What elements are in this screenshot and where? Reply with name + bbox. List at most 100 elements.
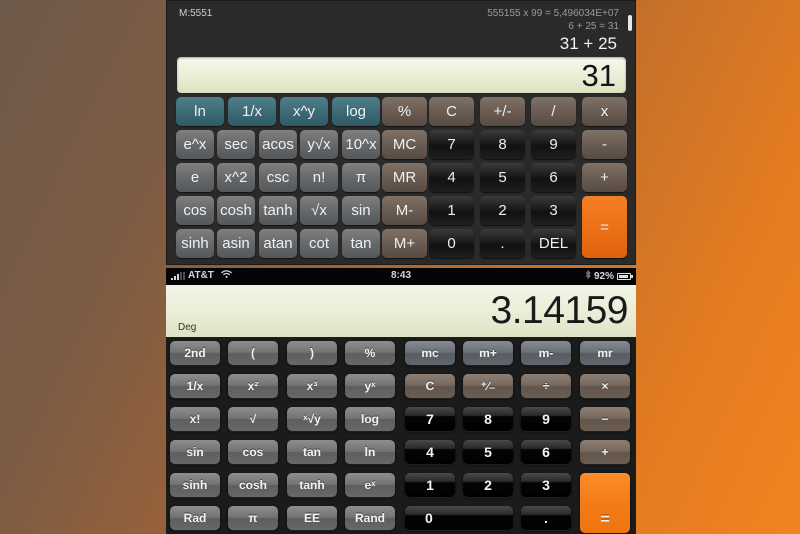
key-3[interactable]: 3 — [531, 196, 576, 225]
key-minus[interactable]: − — [580, 407, 630, 431]
key-sinh[interactable]: sinh — [170, 473, 220, 497]
key-factorial[interactable]: x! — [170, 407, 220, 431]
key-2[interactable]: 2 — [463, 473, 513, 497]
key-9[interactable]: 9 — [521, 407, 571, 431]
key-6[interactable]: 6 — [521, 440, 571, 464]
key-m-plus[interactable]: M+ — [382, 229, 427, 258]
key-plus[interactable]: + — [580, 440, 630, 464]
key-asin[interactable]: asin — [217, 229, 255, 258]
key-reciprocal[interactable]: 1/x — [228, 97, 276, 126]
key-sign[interactable]: ⁺∕₋ — [463, 374, 513, 398]
key-percent[interactable]: % — [345, 341, 395, 365]
key-mc[interactable]: mc — [405, 341, 455, 365]
main-display: 3.14159 Deg — [166, 285, 636, 337]
key-reciprocal[interactable]: 1/x — [170, 374, 220, 398]
key-exp[interactable]: eˣ — [345, 473, 395, 497]
key-sin[interactable]: sin — [342, 196, 380, 225]
key-pi[interactable]: π — [342, 163, 380, 192]
top-calculator: M:5551 555155 x 99 = 5,496034E+07 6 + 25… — [166, 0, 636, 265]
key-percent[interactable]: % — [382, 97, 427, 126]
key-clear[interactable]: C — [405, 374, 455, 398]
key-equals[interactable]: = — [580, 473, 630, 533]
key-square[interactable]: x² — [228, 374, 278, 398]
key-decimal[interactable]: . — [480, 229, 525, 258]
key-minus[interactable]: - — [582, 130, 627, 159]
key-divide[interactable]: / — [531, 97, 576, 126]
key-cot[interactable]: cot — [300, 229, 338, 258]
key-acos[interactable]: acos — [259, 130, 297, 159]
key-tan[interactable]: tan — [287, 440, 337, 464]
key-9[interactable]: 9 — [531, 130, 576, 159]
key-delete[interactable]: DEL — [531, 229, 576, 258]
key-pi[interactable]: π — [228, 506, 278, 530]
key-divide[interactable]: ÷ — [521, 374, 571, 398]
key-mr[interactable]: MR — [382, 163, 427, 192]
key-cos[interactable]: cos — [228, 440, 278, 464]
key-0[interactable]: 0 — [429, 229, 474, 258]
key-3[interactable]: 3 — [521, 473, 571, 497]
key-rad[interactable]: Rad — [170, 506, 220, 530]
key-8[interactable]: 8 — [480, 130, 525, 159]
key-equals[interactable]: = — [582, 196, 627, 258]
key-xroot[interactable]: ˣ√y — [287, 407, 337, 431]
key-factorial[interactable]: n! — [300, 163, 338, 192]
key-multiply[interactable]: x — [582, 97, 627, 126]
key-1[interactable]: 1 — [405, 473, 455, 497]
key-close-paren[interactable]: ) — [287, 341, 337, 365]
key-m-minus[interactable]: M- — [382, 196, 427, 225]
key-sin[interactable]: sin — [170, 440, 220, 464]
key-2[interactable]: 2 — [480, 196, 525, 225]
key-m-minus[interactable]: m- — [521, 341, 571, 365]
history-entry: 555155 x 99 = 5,496034E+07 — [487, 8, 619, 19]
key-e[interactable]: e — [176, 163, 214, 192]
key-cos[interactable]: cos — [176, 196, 214, 225]
key-decimal[interactable]: . — [521, 506, 571, 530]
key-sec[interactable]: sec — [217, 130, 255, 159]
key-8[interactable]: 8 — [463, 407, 513, 431]
key-exp[interactable]: e^x — [176, 130, 214, 159]
key-4[interactable]: 4 — [405, 440, 455, 464]
key-power[interactable]: x^y — [280, 97, 328, 126]
key-m-plus[interactable]: m+ — [463, 341, 513, 365]
key-1[interactable]: 1 — [429, 196, 474, 225]
key-cube[interactable]: x³ — [287, 374, 337, 398]
history-scrollbar[interactable] — [628, 15, 632, 31]
key-ten-power[interactable]: 10^x — [342, 130, 380, 159]
key-yroot[interactable]: y√x — [300, 130, 338, 159]
key-mr[interactable]: mr — [580, 341, 630, 365]
key-tanh[interactable]: tanh — [287, 473, 337, 497]
key-7[interactable]: 7 — [429, 130, 474, 159]
key-5[interactable]: 5 — [463, 440, 513, 464]
key-square[interactable]: x^2 — [217, 163, 255, 192]
key-cosh[interactable]: cosh — [228, 473, 278, 497]
key-sign[interactable]: +/- — [480, 97, 525, 126]
key-7[interactable]: 7 — [405, 407, 455, 431]
key-csc[interactable]: csc — [259, 163, 297, 192]
key-sqrt[interactable]: √ — [228, 407, 278, 431]
key-multiply[interactable]: × — [580, 374, 630, 398]
key-tanh[interactable]: tanh — [259, 196, 297, 225]
key-atan[interactable]: atan — [259, 229, 297, 258]
key-log[interactable]: log — [332, 97, 380, 126]
angle-mode-indicator: Deg — [178, 322, 197, 333]
key-cosh[interactable]: cosh — [217, 196, 255, 225]
key-open-paren[interactable]: ( — [228, 341, 278, 365]
key-sqrt[interactable]: √x — [300, 196, 338, 225]
key-sinh[interactable]: sinh — [176, 229, 214, 258]
key-log[interactable]: log — [345, 407, 395, 431]
calculation-history: 555155 x 99 = 5,496034E+07 6 + 25 = 31 — [487, 7, 619, 33]
key-power[interactable]: yˣ — [345, 374, 395, 398]
key-ln[interactable]: ln — [345, 440, 395, 464]
key-tan[interactable]: tan — [342, 229, 380, 258]
key-5[interactable]: 5 — [480, 163, 525, 192]
key-4[interactable]: 4 — [429, 163, 474, 192]
key-mc[interactable]: MC — [382, 130, 427, 159]
key-ln[interactable]: ln — [176, 97, 224, 126]
key-6[interactable]: 6 — [531, 163, 576, 192]
key-ee[interactable]: EE — [287, 506, 337, 530]
key-clear[interactable]: C — [429, 97, 474, 126]
key-0[interactable]: 0 — [405, 506, 513, 530]
key-plus[interactable]: + — [582, 163, 627, 192]
key-rand[interactable]: Rand — [345, 506, 395, 530]
key-2nd[interactable]: 2nd — [170, 341, 220, 365]
